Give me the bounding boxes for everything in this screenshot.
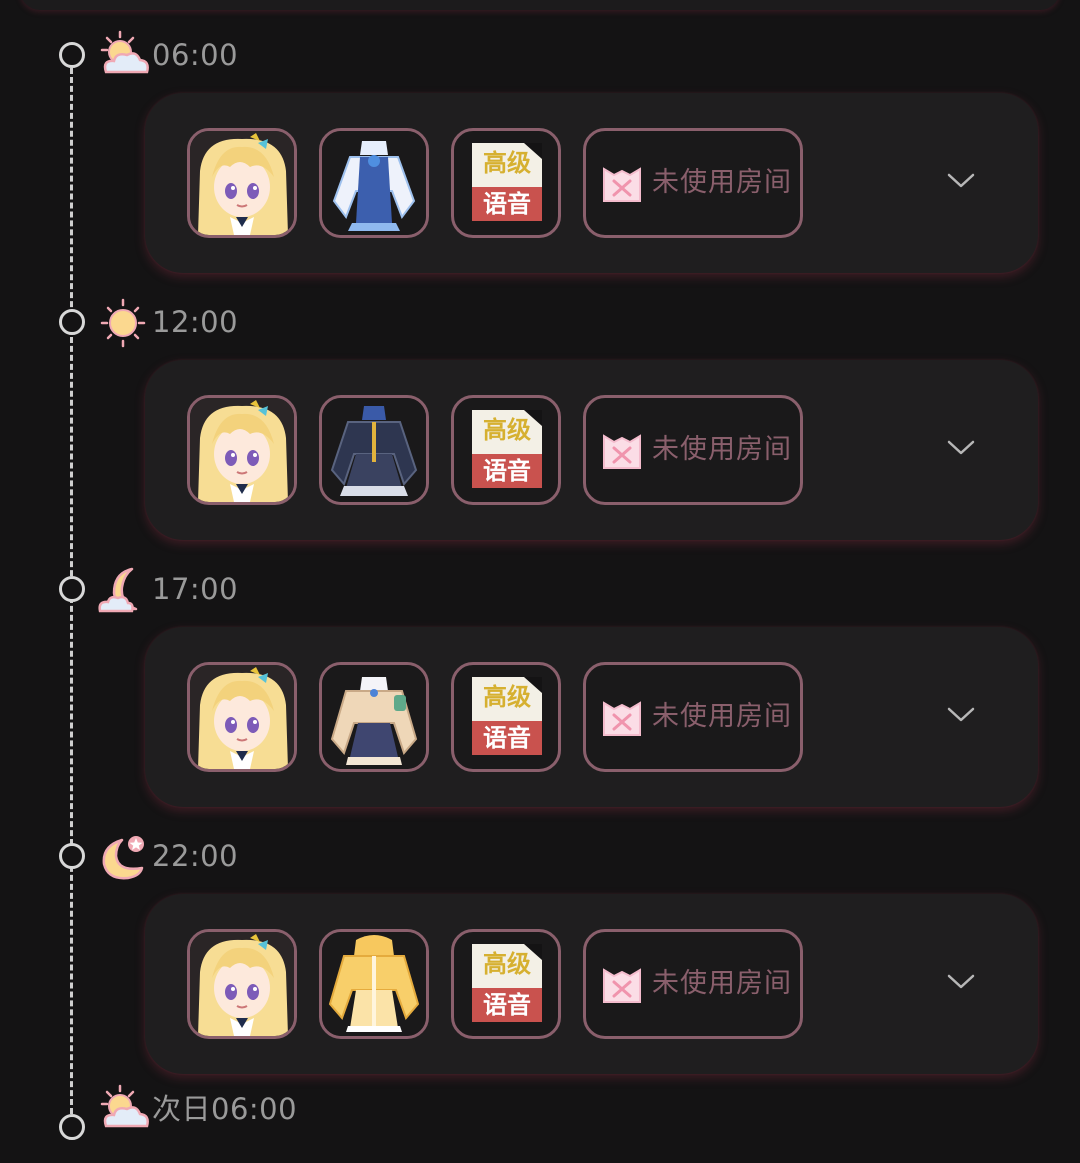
room-label: 未使用房间: [652, 434, 792, 465]
outfit-navy-uniform-icon: [322, 398, 426, 502]
room-unused-icon: [603, 968, 641, 1003]
chevron-down-icon[interactable]: [945, 970, 977, 992]
room-slot[interactable]: 未使用房间: [583, 929, 803, 1039]
outfit-slot[interactable]: [319, 929, 429, 1039]
chevron-down-icon[interactable]: [945, 703, 977, 725]
schedule-card[interactable]: 高级 语音 未使用房间: [145, 627, 1038, 807]
moon-cloud-icon: [96, 565, 152, 615]
schedule-card[interactable]: 高级 语音 未使用房间: [145, 894, 1038, 1074]
chevron-down-icon[interactable]: [945, 169, 977, 191]
character-avatar-icon: [190, 932, 294, 1036]
premium-voice-slot[interactable]: 高级 语音: [451, 662, 561, 772]
outfit-slot[interactable]: [319, 395, 429, 505]
premium-voice-slot[interactable]: 高级 语音: [451, 929, 561, 1039]
room-slot[interactable]: 未使用房间: [583, 395, 803, 505]
outfit-beige-cardigan-icon: [322, 665, 426, 769]
voice-label-bottom: 语音: [483, 457, 531, 485]
room-unused-icon: [603, 167, 641, 202]
premium-voice-slot[interactable]: 高级 语音: [451, 395, 561, 505]
moon-star-icon: [96, 832, 152, 882]
outfit-white-blue-dress-icon: [322, 131, 426, 235]
room-label: 未使用房间: [652, 701, 792, 732]
timeline-node: [59, 1114, 85, 1140]
outfit-slot[interactable]: [319, 662, 429, 772]
room-unused-icon: [603, 434, 641, 469]
sun-cloud-icon: [96, 1084, 152, 1134]
character-avatar-icon: [190, 665, 294, 769]
schedule-card[interactable]: 高级 语音 未使用房间: [145, 360, 1038, 540]
top-panel-edge: [20, 0, 1060, 10]
voice-label-top: 高级: [483, 416, 531, 444]
timeline-node: [59, 843, 85, 869]
voice-label-bottom: 语音: [483, 190, 531, 218]
voice-label-top: 高级: [483, 149, 531, 177]
character-avatar-icon: [190, 131, 294, 235]
time-label: 次日06:00: [152, 1092, 298, 1126]
time-label: 12:00: [152, 305, 239, 339]
character-avatar-icon: [190, 398, 294, 502]
sun-icon: [96, 298, 152, 348]
premium-voice-slot[interactable]: 高级 语音: [451, 128, 561, 238]
room-label: 未使用房间: [652, 167, 792, 198]
outfit-yellow-hoodie-icon: [322, 932, 426, 1036]
timeline-node: [59, 576, 85, 602]
character-slot[interactable]: [187, 662, 297, 772]
timeline-node: [59, 42, 85, 68]
time-label: 06:00: [152, 38, 239, 72]
sun-cloud-icon: [96, 30, 152, 80]
voice-label-bottom: 语音: [483, 991, 531, 1019]
character-slot[interactable]: [187, 128, 297, 238]
room-unused-icon: [603, 701, 641, 736]
schedule-card[interactable]: 高级 语音 未使用房间: [145, 93, 1038, 273]
voice-label-top: 高级: [483, 683, 531, 711]
voice-label-bottom: 语音: [483, 724, 531, 752]
character-slot[interactable]: [187, 395, 297, 505]
voice-label-top: 高级: [483, 950, 531, 978]
time-label: 17:00: [152, 572, 239, 606]
room-slot[interactable]: 未使用房间: [583, 662, 803, 772]
outfit-slot[interactable]: [319, 128, 429, 238]
chevron-down-icon[interactable]: [945, 436, 977, 458]
room-label: 未使用房间: [652, 968, 792, 999]
character-slot[interactable]: [187, 929, 297, 1039]
timeline-node: [59, 309, 85, 335]
room-slot[interactable]: 未使用房间: [583, 128, 803, 238]
schedule-page: 06:00 高级 语音 未使用房间 12:00 高级 语音 未使用房间 17:0…: [0, 0, 1080, 1163]
time-label: 22:00: [152, 839, 239, 873]
